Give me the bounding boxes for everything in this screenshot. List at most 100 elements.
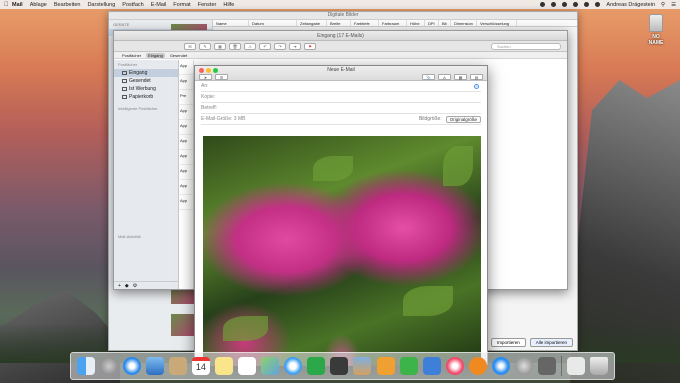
reply-icon[interactable]: ↶ xyxy=(259,42,271,50)
col-header[interactable]: Dimension xyxy=(451,20,477,26)
list-item[interactable]: App xyxy=(179,105,193,120)
import-all-button[interactable]: Alle importieren xyxy=(529,338,573,347)
menu-darstellung[interactable]: Darstellung xyxy=(87,2,115,8)
time-machine-icon[interactable] xyxy=(551,2,557,7)
compose-window[interactable]: Neue E-Mail ➤ ☰ 📎 A ▦ ▤ An: + Kopie: Bet… xyxy=(194,65,488,366)
wifi-icon[interactable] xyxy=(573,2,579,7)
desktop-disk[interactable]: NO NAME xyxy=(645,14,667,46)
reply-all-icon[interactable]: ↷ xyxy=(274,42,286,50)
sidebar-item-junk[interactable]: Ist Werbung xyxy=(114,85,178,93)
list-item[interactable]: App xyxy=(179,180,193,195)
menu-user-name[interactable]: Andreas Drägestein xyxy=(606,2,655,8)
favbar-sent[interactable]: Gesendet xyxy=(168,53,189,58)
mail-icon[interactable] xyxy=(145,357,164,375)
menu-format[interactable]: Format xyxy=(173,2,190,8)
calendar-icon[interactable]: 14 xyxy=(191,357,210,375)
photos-icon[interactable] xyxy=(538,357,557,375)
itunes-icon[interactable] xyxy=(445,357,464,375)
favbar-inbox[interactable]: Eingang xyxy=(146,52,165,58)
favbar-mailboxes[interactable]: Postfächer xyxy=(120,53,143,58)
maps-icon[interactable] xyxy=(261,357,280,375)
preferences-icon[interactable] xyxy=(515,357,534,375)
col-header[interactable]: Bit xyxy=(439,20,451,26)
list-item[interactable]: App xyxy=(179,120,193,135)
photo-browser-icon[interactable]: ▦ xyxy=(454,74,467,80)
iphoto-icon[interactable] xyxy=(353,357,372,375)
pages-icon[interactable] xyxy=(376,357,395,375)
format-icon[interactable]: A xyxy=(438,74,451,80)
notes-icon[interactable] xyxy=(215,357,233,375)
menu-app-mail[interactable]: Mail xyxy=(12,2,23,8)
menu-postfach[interactable]: Postfach xyxy=(122,2,143,8)
send-icon[interactable]: ➤ xyxy=(199,74,212,80)
reminders-icon[interactable] xyxy=(238,357,257,375)
facetime-icon[interactable] xyxy=(307,357,326,375)
col-header[interactable]: Zeitangabe xyxy=(297,20,327,26)
get-mail-icon[interactable]: ✉ xyxy=(184,42,196,50)
attached-photo-peonies[interactable] xyxy=(203,136,481,366)
stationery-icon[interactable]: ▤ xyxy=(470,74,483,80)
add-mailbox-icon[interactable]: + xyxy=(118,283,121,289)
list-item[interactable]: App xyxy=(179,195,193,210)
menu-bearbeiten[interactable]: Bearbeiten xyxy=(54,2,81,8)
menu-ablage[interactable]: Ablage xyxy=(30,2,47,8)
status-icon[interactable] xyxy=(540,2,546,7)
launchpad-icon[interactable] xyxy=(99,357,118,375)
to-field[interactable]: An: + xyxy=(201,81,481,92)
message-list[interactable]: App App Pre App App App App App App App xyxy=(179,60,194,289)
list-item[interactable]: Pre xyxy=(179,90,193,105)
menu-hilfe[interactable]: Hilfe xyxy=(223,2,234,8)
list-item[interactable]: App xyxy=(179,135,193,150)
flag-icon[interactable]: ⚑ xyxy=(304,42,316,50)
mail-search-input[interactable]: Suchen xyxy=(491,42,561,50)
smart-mailboxes-header[interactable]: Intelligente Postfächer xyxy=(114,104,178,113)
spotlight-icon[interactable]: ⚲ xyxy=(661,2,665,8)
junk-icon[interactable]: ⚠ xyxy=(244,42,256,50)
apple-menu-icon[interactable]:  xyxy=(4,2,12,8)
add-contact-icon[interactable]: + xyxy=(474,84,479,89)
archive-icon[interactable]: ▦ xyxy=(214,42,226,50)
finder-icon[interactable] xyxy=(76,357,95,375)
list-item[interactable]: App xyxy=(179,150,193,165)
menu-fenster[interactable]: Fenster xyxy=(198,2,217,8)
activity-icon[interactable]: ◆ xyxy=(125,283,129,289)
notification-center-icon[interactable]: ☰ xyxy=(671,2,676,8)
appstore-icon[interactable] xyxy=(491,357,510,375)
attachment-icon[interactable]: 📎 xyxy=(422,74,435,80)
downloads-icon[interactable] xyxy=(567,357,586,375)
cc-field[interactable]: Kopie: xyxy=(201,92,481,103)
volume-icon[interactable] xyxy=(584,2,590,7)
list-item[interactable]: App xyxy=(179,165,193,180)
trash-icon[interactable]: 🗑 xyxy=(229,42,241,50)
col-header[interactable]: Farbraum xyxy=(379,20,407,26)
import-button[interactable]: Importieren xyxy=(490,338,526,347)
trash-icon[interactable] xyxy=(590,357,609,375)
keynote-icon[interactable] xyxy=(422,357,441,375)
settings-gear-icon[interactable]: ⚙ xyxy=(133,283,137,289)
header-fields-icon[interactable]: ☰ xyxy=(215,74,228,80)
col-header[interactable]: Farbtiefe xyxy=(351,20,379,26)
image-size-select[interactable]: Originalgröße xyxy=(445,115,481,123)
col-header[interactable]: Datum xyxy=(249,20,297,26)
col-header[interactable]: Höhe xyxy=(407,20,425,26)
col-header[interactable]: DPI xyxy=(425,20,439,26)
list-item[interactable]: App xyxy=(179,75,193,90)
contacts-icon[interactable] xyxy=(168,357,187,375)
numbers-icon[interactable] xyxy=(399,357,418,375)
photobooth-icon[interactable] xyxy=(330,357,349,375)
safari-icon[interactable] xyxy=(122,357,141,375)
compose-icon[interactable]: ✎ xyxy=(199,42,211,50)
sidebar-item-trash[interactable]: Papierkorb xyxy=(114,93,178,101)
col-header[interactable]: Verschlüsselung xyxy=(477,20,517,26)
bluetooth-icon[interactable] xyxy=(562,2,568,7)
subject-field[interactable]: Betreff: xyxy=(201,103,481,114)
forward-icon[interactable]: ➜ xyxy=(289,42,301,50)
ibooks-icon[interactable] xyxy=(468,357,487,375)
menu-email[interactable]: E-Mail xyxy=(151,2,167,8)
messages-icon[interactable] xyxy=(284,357,303,375)
col-header[interactable]: Name xyxy=(213,20,249,26)
battery-icon[interactable] xyxy=(595,2,601,7)
sd-card-icon[interactable] xyxy=(649,14,663,32)
sidebar-item-sent[interactable]: Gesendet xyxy=(114,77,178,85)
list-item[interactable]: App xyxy=(179,60,193,75)
